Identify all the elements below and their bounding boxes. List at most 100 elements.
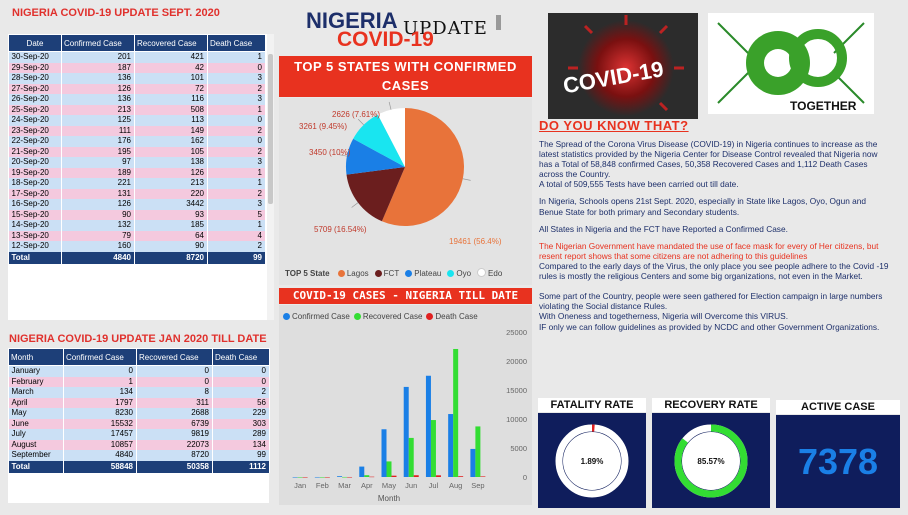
bar-confirmed-case-jun[interactable] <box>403 386 409 477</box>
bar-recovered-case-jul[interactable] <box>430 420 436 477</box>
together-text: TOGETHER <box>790 99 857 113</box>
sept-col-header[interactable]: Death Case <box>207 34 266 52</box>
pie-legend-item[interactable]: Lagos <box>347 269 369 278</box>
sept-table-cell: 185 <box>134 220 208 231</box>
bar-confirmed-case-apr[interactable] <box>359 466 365 477</box>
sept-table-cell: 136 <box>61 94 135 105</box>
bar-death-case-jun[interactable] <box>413 475 419 477</box>
bar-confirmed-case-may[interactable] <box>381 429 387 477</box>
bar-legend-item[interactable]: Recovered Case <box>363 312 423 321</box>
sept-table-cell: 138 <box>134 157 208 168</box>
pie-legend-item[interactable]: Oyo <box>456 269 471 278</box>
pie-label-edo: 2626 (7.61%) <box>332 110 380 119</box>
sept-table-row: 27-Sep-20 126 72 2 <box>8 83 266 94</box>
info-paragraph: The Spread of the Corona Virus Disease (… <box>539 139 878 190</box>
pie-label-oyo: 3261 (9.45%) <box>299 122 347 131</box>
sept-table-cell: 126 <box>134 167 208 178</box>
bar-recovered-case-sep[interactable] <box>475 426 481 477</box>
jan-table-cell: September <box>8 450 64 461</box>
active-case-value: 7378 <box>797 441 879 482</box>
sept-table-scrollbar[interactable] <box>267 34 274 320</box>
bar-death-case-mar[interactable] <box>347 476 353 478</box>
sept-table-row: 26-Sep-20 136 116 3 <box>8 94 266 105</box>
bar-recovered-case-jun[interactable] <box>408 437 414 477</box>
info-title: DO YOU KNOW THAT? <box>539 118 689 133</box>
jan-col-header[interactable]: Month <box>8 348 64 366</box>
jan-table-row: February 1 0 0 <box>8 376 270 387</box>
bar-recovered-case-apr[interactable] <box>364 475 370 477</box>
bar-legend-item[interactable]: Death Case <box>435 312 477 321</box>
bar-y-tick-label: 5000 <box>510 444 527 453</box>
sept-table-cell: 3442 <box>134 199 208 210</box>
bar-death-case-aug[interactable] <box>458 476 464 477</box>
bar-death-case-feb[interactable] <box>324 477 330 478</box>
bar-recovered-case-aug[interactable] <box>453 348 459 477</box>
jan-table-cell: 289 <box>212 429 270 440</box>
bar-confirmed-case-aug[interactable] <box>448 414 454 477</box>
jan-table-cell: 0 <box>212 365 270 377</box>
sept-table-cell: 28-Sep-20 <box>8 73 62 84</box>
bar-x-tick-label: Feb <box>316 481 329 490</box>
bar-recovered-case-jan[interactable] <box>297 477 303 478</box>
pie-chart-panel: 19461 (56.4%) 5709 (16.54%) 3450 (10%) 3… <box>279 98 532 285</box>
bar-confirmed-case-feb[interactable] <box>314 476 320 478</box>
bar-recovered-case-feb[interactable] <box>319 477 325 478</box>
jan-col-header[interactable]: Recovered Case <box>136 348 213 366</box>
sept-table-cell: 93 <box>134 209 208 220</box>
jan-table-row: September 4840 8720 99 <box>8 450 270 461</box>
recovery-gauge: 85.57% <box>674 424 748 498</box>
sept-table-cell: 2 <box>207 188 266 199</box>
sept-table-cell: 105 <box>134 146 208 157</box>
bar-confirmed-case-mar[interactable] <box>337 476 343 477</box>
fatality-rate-card: 1.89% <box>538 413 646 508</box>
sept-col-header[interactable]: Recovered Case <box>134 34 208 52</box>
bar-legend-marker <box>353 313 361 320</box>
scrollbar-thumb[interactable] <box>268 54 273 204</box>
pie-legend-item[interactable]: FCT <box>384 269 400 278</box>
together-logo-image: TOGETHER <box>708 13 874 114</box>
bar-x-tick-label: Jun <box>405 481 417 490</box>
sept-table-cell: 24-Sep-20 <box>8 115 62 126</box>
bar-legend-item[interactable]: Confirmed Case <box>292 312 350 321</box>
bar-death-case-apr[interactable] <box>369 476 375 478</box>
sept-table-cell: 160 <box>61 241 135 252</box>
active-case-title: ACTIVE CASE <box>776 400 900 414</box>
sept-table-title: NIGERIA COVID-19 UPDATE SEPT. 2020 <box>12 7 220 19</box>
jan-table-total-row: Total 58848 50358 1112 <box>8 460 270 473</box>
pie-chart-svg: 19461 (56.4%) 5709 (16.54%) 3450 (10%) 3… <box>299 101 502 246</box>
jan-table-cell: 15532 <box>63 418 137 429</box>
jan-table-cell: 0 <box>212 376 270 387</box>
jan-table-cell: 303 <box>212 418 270 429</box>
bar-recovered-case-may[interactable] <box>386 461 392 477</box>
jan-col-header[interactable]: Confirmed Case <box>63 348 137 366</box>
bar-death-case-jul[interactable] <box>435 475 441 477</box>
sept-table-cell: 101 <box>134 73 208 84</box>
jan-total-cell: 50358 <box>136 460 213 473</box>
bar-death-case-jan[interactable] <box>302 477 308 478</box>
sept-table-cell: 116 <box>134 94 208 105</box>
jan-table-cell: 229 <box>212 408 270 419</box>
sept-table-row: 30-Sep-20 201 421 1 <box>8 51 266 63</box>
jan-col-header[interactable]: Death Case <box>212 348 270 366</box>
nigeria-60-logo-icon: TOGETHER <box>717 22 865 113</box>
jan-table-cell: 0 <box>63 365 137 377</box>
bar-confirmed-case-sep[interactable] <box>470 448 476 477</box>
bar-confirmed-case-jan[interactable] <box>292 477 298 478</box>
sept-table-cell: 2 <box>207 125 266 136</box>
pie-legend-marker <box>374 270 382 277</box>
jan-table-cell: 99 <box>212 450 270 461</box>
sept-col-header[interactable]: Date <box>8 34 62 52</box>
bar-confirmed-case-jul[interactable] <box>425 375 431 477</box>
pie-legend-item[interactable]: Plateau <box>414 269 441 278</box>
sept-col-header[interactable]: Confirmed Case <box>61 34 135 52</box>
bar-legend-marker <box>426 313 434 320</box>
bar-death-case-sep[interactable] <box>480 476 486 477</box>
pie-legend-item[interactable]: Edo <box>488 269 502 278</box>
jan-table-cell: April <box>8 397 64 408</box>
sept-table-cell: 132 <box>61 220 135 231</box>
jan-table-row: August 10857 22073 134 <box>8 439 270 450</box>
bar-x-axis-label: Month <box>378 494 400 503</box>
bar-recovered-case-mar[interactable] <box>342 476 348 478</box>
pie-leader-line <box>462 178 471 181</box>
bar-death-case-may[interactable] <box>391 475 397 477</box>
